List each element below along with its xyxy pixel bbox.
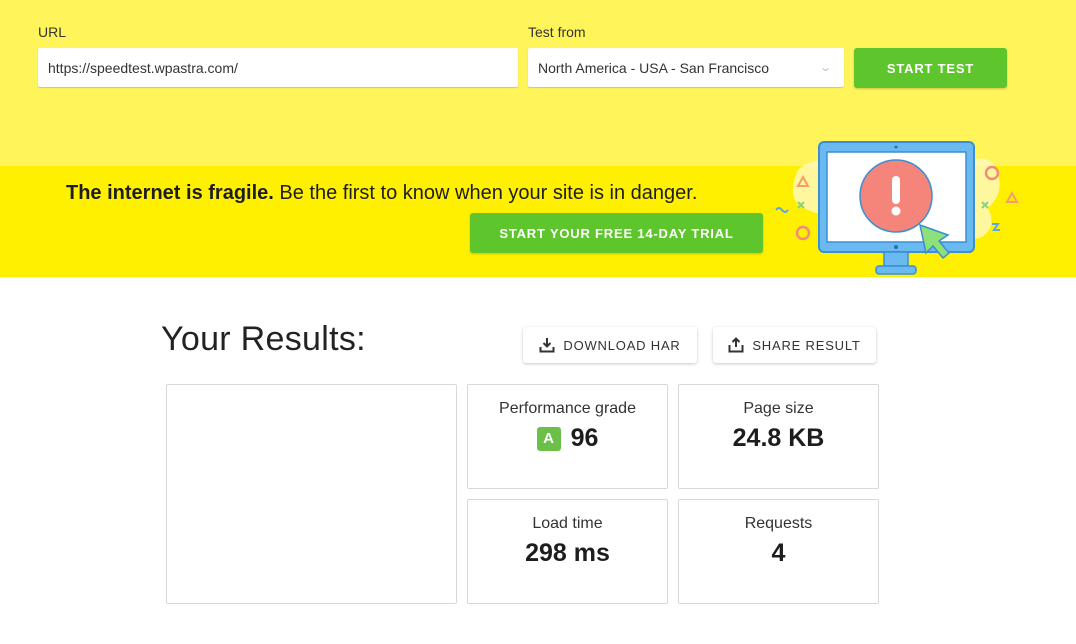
share-result-label: SHARE RESULT [752, 337, 861, 353]
metric-value: 24.8 KB [732, 424, 825, 452]
start-test-button[interactable]: START TEST [854, 48, 1007, 88]
metric-title: Requests [744, 515, 813, 532]
metric-title: Page size [743, 400, 814, 417]
test-from-label: Test from [528, 24, 586, 40]
url-input[interactable] [38, 48, 518, 87]
metric-load-time: Load time 298 ms [467, 499, 668, 604]
metric-page-size: Page size 24.8 KB [678, 384, 879, 489]
metric-value: 4 [771, 539, 786, 567]
download-icon [539, 338, 555, 353]
test-from-select[interactable]: North America - USA - San Francisco ⌄ [528, 48, 844, 87]
test-from-value: North America - USA - San Francisco [538, 59, 770, 76]
start-trial-button[interactable]: START YOUR FREE 14-DAY TRIAL [470, 213, 763, 253]
metric-title: Performance grade [499, 400, 636, 417]
chevron-down-icon: ⌄ [818, 62, 832, 74]
metric-value: 298 ms [525, 539, 610, 567]
grade-badge: A [536, 426, 561, 451]
results-title: Your Results: [161, 320, 366, 358]
metric-requests: Requests 4 [678, 499, 879, 604]
download-har-label: DOWNLOAD HAR [563, 337, 681, 353]
page-screenshot-panel [166, 384, 457, 604]
tagline-rest: Be the first to know when your site is i… [273, 182, 698, 204]
download-har-button[interactable]: DOWNLOAD HAR [523, 327, 697, 363]
url-label: URL [38, 24, 67, 40]
monitor-alert-icon [775, 141, 1019, 275]
share-result-button[interactable]: SHARE RESULT [713, 327, 876, 363]
tagline-bold: The internet is fragile. [66, 182, 274, 204]
upload-icon [728, 337, 744, 353]
metric-value: 96 [570, 424, 599, 452]
banner-tagline: The internet is fragile. Be the first to… [66, 182, 697, 205]
metric-title: Load time [532, 515, 603, 532]
metric-performance-grade: Performance grade A 96 [467, 384, 668, 489]
